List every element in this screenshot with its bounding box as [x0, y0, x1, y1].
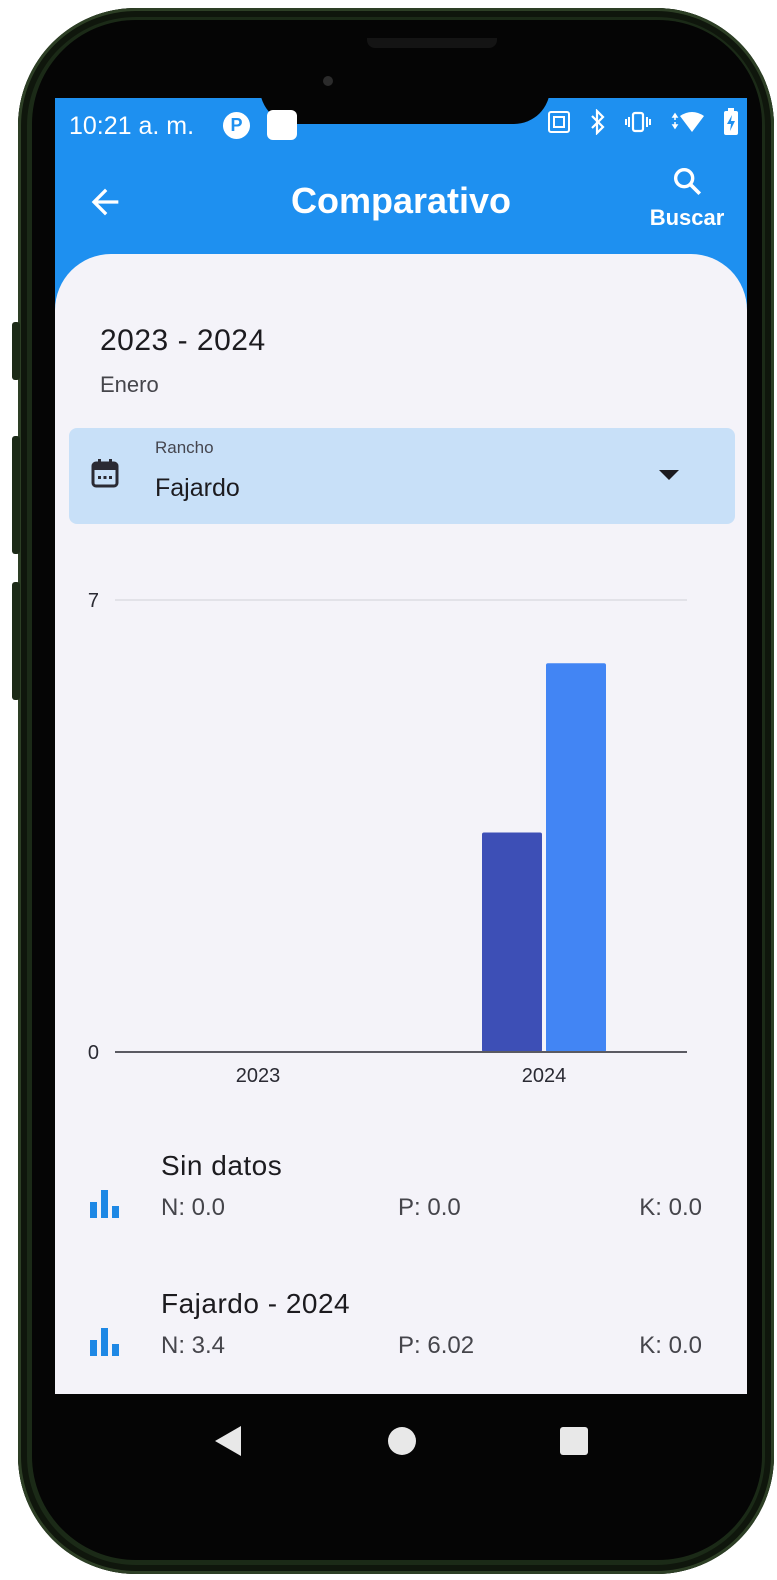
- list-item-title: Sin datos: [161, 1150, 283, 1181]
- list-item-title: Fajardo - 2024: [161, 1288, 351, 1319]
- comparison-bar-chart: 0 7 2023 2024: [88, 590, 687, 1087]
- chart-bar: [482, 832, 542, 1052]
- list-item[interactable]: Fajardo - 2024 N: 3.4 P: 6.02 K: 0.0: [55, 1288, 747, 1394]
- list-item-n: N: 3.4: [161, 1332, 226, 1359]
- bar-chart-icon: [90, 1326, 124, 1361]
- list-item-p: P: 6.02: [398, 1332, 475, 1359]
- list-item-k: K: 0.0: [639, 1194, 702, 1221]
- x-tick-label: 2024: [522, 1065, 567, 1087]
- search-icon: [673, 167, 702, 196]
- main-content: 2023 - 2024 Enero Rancho Fajardo 0 7 2023 2…: [55, 254, 747, 1394]
- battery-charging-icon: [723, 107, 739, 143]
- list-item-n: N: 0.0: [161, 1194, 226, 1221]
- chart-bar: [546, 663, 606, 1052]
- ranch-dropdown-label: Rancho: [155, 438, 214, 457]
- earpiece: [367, 38, 497, 48]
- y-tick-label: 7: [88, 590, 99, 612]
- side-button: [12, 322, 20, 380]
- system-nav-bar: [55, 1394, 747, 1490]
- x-tick-label: 2023: [236, 1065, 281, 1087]
- nav-home-icon[interactable]: [388, 1427, 416, 1455]
- notification-square-icon: [267, 110, 297, 140]
- calendar-icon: [91, 458, 119, 493]
- vibrate-icon: [625, 111, 651, 140]
- list-item-p: P: 0.0: [398, 1194, 461, 1221]
- status-time: 10:21 a. m.: [69, 112, 195, 140]
- side-button: [12, 582, 20, 700]
- nfc-icon: [547, 110, 571, 141]
- page-title: Comparativo: [290, 180, 512, 221]
- ranch-dropdown[interactable]: Rancho Fajardo: [69, 428, 735, 524]
- list-item-k: K: 0.0: [639, 1332, 702, 1359]
- period-month: Enero: [100, 372, 159, 397]
- wifi-icon: [669, 110, 705, 141]
- app-bar: Comparativo Buscar: [55, 154, 747, 254]
- list-item[interactable]: Sin datos N: 0.0 P: 0.0 K: 0.0: [55, 1150, 747, 1260]
- side-button: [12, 436, 20, 554]
- period-years: 2023 - 2024: [100, 324, 266, 357]
- caret-down-icon: [659, 470, 679, 480]
- ranch-dropdown-value: Fajardo: [155, 474, 240, 502]
- search-label: Buscar: [649, 205, 725, 230]
- app-screen: 10:21 a. m. P Comparativo Buscar 2023 - …: [55, 98, 747, 1394]
- y-tick-label: 0: [88, 1042, 99, 1064]
- notification-p-icon: P: [223, 112, 250, 139]
- front-camera: [323, 76, 333, 86]
- status-bar: 10:21 a. m. P: [55, 98, 747, 154]
- nav-back-icon[interactable]: [213, 1424, 243, 1463]
- bar-chart-icon: [90, 1188, 124, 1223]
- nav-recent-icon[interactable]: [560, 1427, 588, 1455]
- bluetooth-icon: [589, 107, 607, 142]
- search-button[interactable]: Buscar: [647, 164, 727, 231]
